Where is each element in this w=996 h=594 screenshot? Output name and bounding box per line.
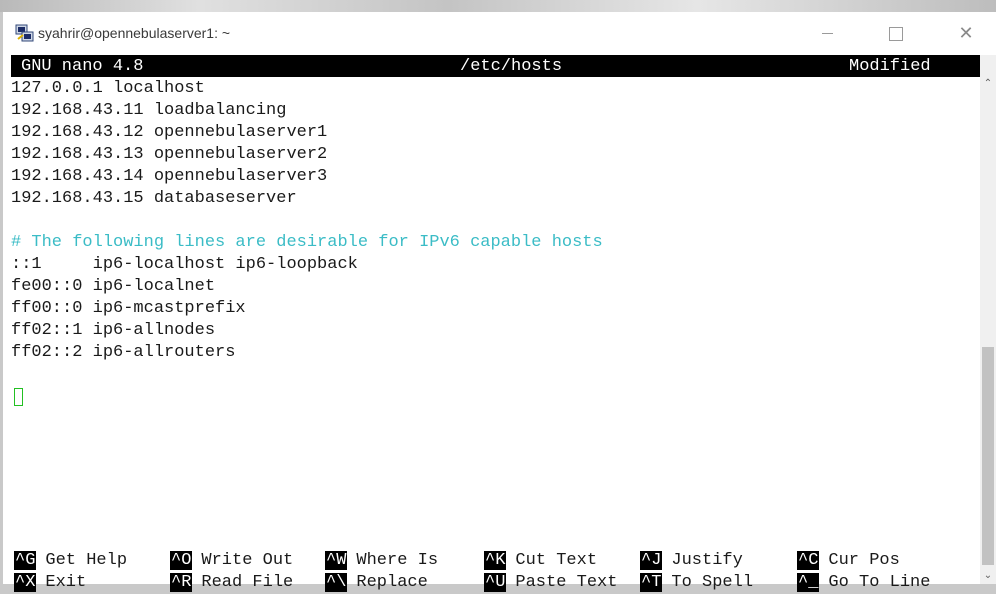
shortcut-key: ^W <box>325 551 348 570</box>
shortcut-label: Get Help <box>45 551 128 570</box>
window-title: syahrir@opennebulaserver1: ~ <box>38 25 231 41</box>
title-bar[interactable]: syahrir@opennebulaserver1: ~ ✕ <box>3 12 996 55</box>
nano-version: GNU nano 4.8 <box>21 57 144 76</box>
scroll-down-arrow-icon[interactable]: ⌄ <box>980 567 996 583</box>
file-line: ff02::2 ip6-allrouters <box>11 343 236 362</box>
shortcut-go-to-line[interactable]: ^_ Go To Line <box>797 572 930 594</box>
terminal-area[interactable]: GNU nano 4.8 /etc/hosts Modified 127.0.0… <box>11 55 980 592</box>
file-line: 192.168.43.11 loadbalancing <box>11 101 287 120</box>
shortcut-key: ^R <box>170 573 193 592</box>
shortcut-key: ^K <box>484 551 507 570</box>
shortcut-key: ^O <box>170 551 193 570</box>
shortcut-label: Replace <box>356 573 428 592</box>
scrollbar-thumb[interactable] <box>982 347 994 565</box>
nano-shortcut-bar: ^G Get Help ^O Write Out ^W Where Is ^K Cut … <box>11 550 980 594</box>
shortcut-key: ^U <box>484 573 507 592</box>
shortcut-exit[interactable]: ^X Exit <box>14 572 86 594</box>
shortcut-write-out[interactable]: ^O Write Out <box>170 550 293 572</box>
minimize-button[interactable] <box>804 12 850 55</box>
background-strip <box>0 0 996 12</box>
minimize-icon <box>821 33 833 34</box>
file-line: ::1 ip6-localhost ip6-loopback <box>11 255 358 274</box>
file-line: 127.0.0.1 localhost <box>11 79 205 98</box>
shortcut-key: ^\ <box>325 573 348 592</box>
close-button[interactable]: ✕ <box>943 12 989 55</box>
shortcut-where-is[interactable]: ^W Where Is <box>325 550 438 572</box>
shortcut-label: Read File <box>201 573 294 592</box>
shortcut-key: ^J <box>640 551 663 570</box>
shortcut-label: Cur Pos <box>828 551 900 570</box>
shortcut-replace[interactable]: ^\ Replace <box>325 572 428 594</box>
shortcut-key: ^X <box>14 573 37 592</box>
shortcut-get-help[interactable]: ^G Get Help <box>14 550 127 572</box>
putty-terminal-icon <box>15 24 35 42</box>
shortcut-cut-text[interactable]: ^K Cut Text <box>484 550 597 572</box>
shortcut-label: Exit <box>45 573 87 592</box>
shortcut-cur-pos[interactable]: ^C Cur Pos <box>797 550 900 572</box>
shortcut-to-spell[interactable]: ^T To Spell <box>640 572 753 594</box>
shortcut-key: ^C <box>797 551 820 570</box>
nano-modified-status: Modified <box>849 57 931 76</box>
maximize-button[interactable] <box>873 12 919 55</box>
text-cursor <box>14 388 23 406</box>
nano-title-bar: GNU nano 4.8 /etc/hosts Modified <box>11 55 980 77</box>
file-line: 192.168.43.13 opennebulaserver2 <box>11 145 328 164</box>
file-line: ff00::0 ip6-mcastprefix <box>11 299 246 318</box>
maximize-icon <box>889 26 903 41</box>
shortcut-label: Where Is <box>356 551 439 570</box>
file-line: fe00::0 ip6-localnet <box>11 277 216 296</box>
shortcut-label: Paste Text <box>515 573 618 592</box>
terminal-window: syahrir@opennebulaserver1: ~ ✕ GNU nano … <box>3 12 996 592</box>
file-line: 192.168.43.15 databaseserver <box>11 189 297 208</box>
file-line: ff02::1 ip6-allnodes <box>11 321 216 340</box>
file-line: 192.168.43.12 opennebulaserver1 <box>11 123 328 142</box>
shortcut-label: Justify <box>671 551 743 570</box>
shortcut-label: Cut Text <box>515 551 598 570</box>
shortcut-key: ^_ <box>797 573 820 592</box>
nano-filename: /etc/hosts <box>460 57 563 76</box>
scroll-up-arrow-icon[interactable]: ⌃ <box>980 75 996 91</box>
vertical-scrollbar[interactable]: ⌃ ⌄ <box>980 55 996 584</box>
shortcut-key: ^G <box>14 551 37 570</box>
shortcut-label: To Spell <box>671 573 754 592</box>
shortcut-label: Go To Line <box>828 573 931 592</box>
shortcut-justify[interactable]: ^J Justify <box>640 550 743 572</box>
shortcut-paste-text[interactable]: ^U Paste Text <box>484 572 617 594</box>
file-line-comment: # The following lines are desirable for … <box>11 233 603 252</box>
file-line: 192.168.43.14 opennebulaserver3 <box>11 167 328 186</box>
shortcut-label: Write Out <box>201 551 294 570</box>
shortcut-read-file[interactable]: ^R Read File <box>170 572 293 594</box>
close-icon: ✕ <box>958 23 974 43</box>
shortcut-key: ^T <box>640 573 663 592</box>
